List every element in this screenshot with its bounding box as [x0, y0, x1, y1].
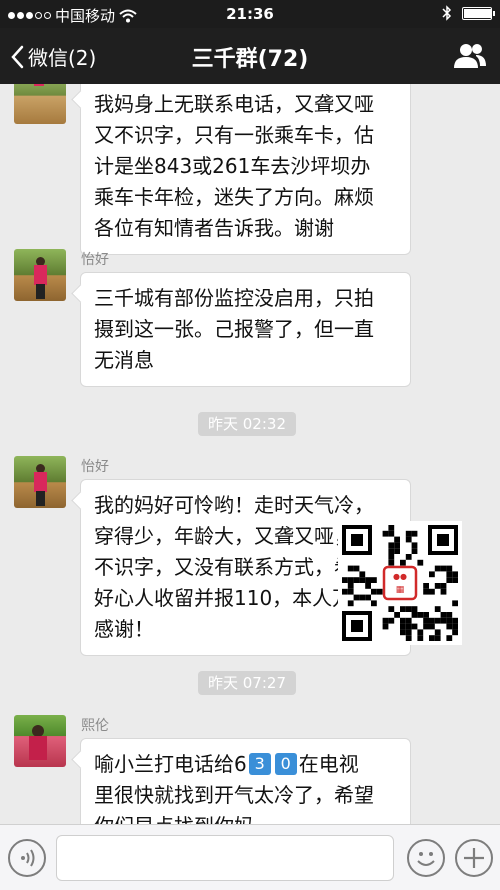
message-text-line: 三千城有部份监控没启用，只拍: [94, 286, 374, 310]
message-text-line: 无消息: [94, 348, 154, 372]
emoji-button[interactable]: [407, 839, 445, 877]
message-text: 喻小兰打电话给6: [94, 752, 247, 776]
bluetooth-icon: [442, 5, 452, 21]
message-input[interactable]: [56, 835, 394, 881]
avatar[interactable]: [14, 84, 66, 124]
time-divider: 昨天 02:32: [198, 412, 296, 436]
avatar[interactable]: [14, 715, 66, 767]
message-text-line: 计是坐843或261车去沙坪坝办: [94, 154, 371, 178]
message-text-line: 各位有知情者告诉我。谢谢: [94, 216, 334, 240]
svg-text:●●: ●●: [393, 572, 407, 581]
more-button[interactable]: [455, 839, 493, 877]
chat-title: 三千群(72): [191, 47, 309, 72]
avatar[interactable]: [14, 249, 66, 301]
qr-code-image: ●● ▦: [338, 521, 462, 645]
message-text: 在电视: [298, 752, 359, 776]
message-text-line: 喻小兰打电话给6 3 0 在电视: [94, 749, 397, 780]
avatar[interactable]: [14, 456, 66, 508]
svg-text:▦: ▦: [396, 585, 405, 595]
group-members-icon[interactable]: [452, 40, 488, 72]
message-text-line: 乘车卡年检，迷失了方向。麻烦: [94, 185, 374, 209]
message-text-line: 我妈身上无联系电话，又聋又哑: [94, 92, 374, 116]
status-time: 21:36: [226, 5, 274, 23]
sender-name: 怡好: [81, 459, 109, 475]
voice-button[interactable]: [8, 839, 46, 877]
message-bubble[interactable]: 我妈身上无联系电话，又聋又哑 又不识字，只有一张乘车卡，估 计是坐843或261…: [80, 84, 411, 255]
emoji-icon: [417, 852, 435, 866]
message-bubble[interactable]: 三千城有部份监控没启用，只拍 摄到这一张。己报警了，但一直 无消息: [80, 272, 411, 387]
plus-icon: [464, 848, 484, 868]
message-bubble[interactable]: 喻小兰打电话给630在电视 里很快就找到开气太冷了，希望 你们早点找到你妈。: [80, 738, 411, 824]
message-text-line: 又不识字，只有一张乘车卡，估: [94, 123, 374, 147]
message-text-line: 你们早点找到你妈。: [94, 811, 397, 824]
input-toolbar: [0, 824, 500, 890]
sender-name: 熙伦: [81, 718, 109, 734]
keycap-digit: 0: [274, 753, 297, 775]
message-list[interactable]: 我妈身上无联系电话，又聋又哑 又不识字，只有一张乘车卡，估 计是坐843或261…: [0, 84, 500, 824]
sender-name: 怡好: [81, 252, 109, 268]
keycap-digit: 3: [248, 753, 271, 775]
battery-icon: [462, 6, 495, 20]
chat-header: 微信(2) 三千群(72): [0, 28, 500, 84]
time-divider: 昨天 07:27: [198, 671, 296, 695]
message-text-line: 里很快就找到开气太冷了，希望: [94, 783, 374, 807]
message-text-line: 摄到这一张。己报警了，但一直: [94, 317, 374, 341]
message-text-line: 我的妈好可怜哟！走时天气冷，: [94, 493, 374, 517]
voice-icon: [21, 849, 35, 867]
status-bar: 中国移动 21:36: [0, 0, 500, 28]
